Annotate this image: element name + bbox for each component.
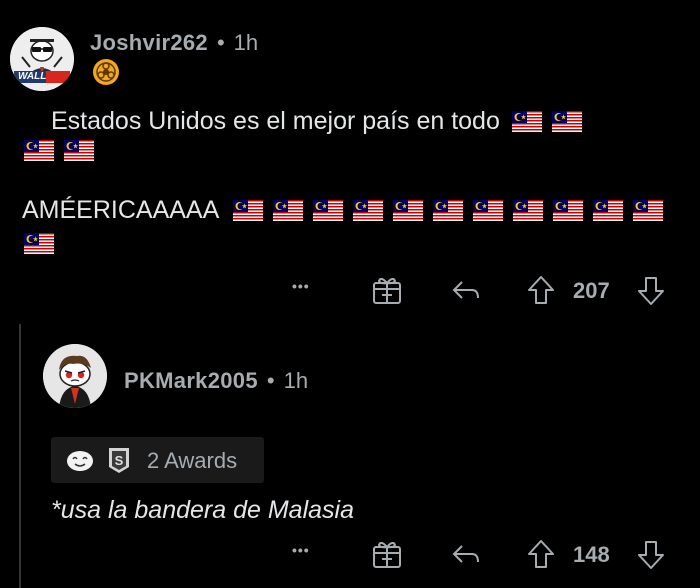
- vote-score: 207: [573, 278, 610, 303]
- malaysia-flag-icon: [633, 200, 664, 221]
- flag-row: [511, 111, 582, 132]
- awards-box[interactable]: S 2 Awards: [51, 437, 264, 483]
- reply-action-bar: ••• 148: [0, 536, 700, 574]
- comment-body-line-2: AMÉERICAAAAA: [22, 196, 664, 225]
- reply-timestamp[interactable]: 1h: [284, 368, 308, 394]
- malaysia-flag-icon: [433, 200, 464, 221]
- flag-row: [24, 233, 54, 254]
- awards-count: 2 Awards: [147, 448, 238, 473]
- wholesome-award-icon: [65, 447, 95, 478]
- reply-arrow-icon[interactable]: [450, 276, 482, 309]
- malaysia-flag-icon: [353, 200, 384, 221]
- malaysia-flag-icon: [393, 200, 424, 221]
- malaysia-flag-icon: [24, 233, 54, 254]
- reply-username[interactable]: PKMark2005: [124, 368, 258, 394]
- user-avatar[interactable]: WALL: [10, 27, 74, 91]
- upvote-icon[interactable]: [526, 274, 556, 311]
- gift-award-icon[interactable]: [372, 274, 402, 311]
- comment-text-2: AMÉERICAAAAA: [22, 196, 220, 224]
- reply-avatar[interactable]: [43, 344, 107, 408]
- reply-arrow-icon[interactable]: [450, 540, 482, 573]
- separator-dot: •: [216, 30, 225, 55]
- username[interactable]: Joshvir262: [90, 30, 208, 56]
- malaysia-flag-icon: [313, 200, 344, 221]
- more-options-button[interactable]: •••: [292, 278, 310, 294]
- flag-row: [24, 140, 94, 161]
- upvote-icon[interactable]: [526, 538, 556, 575]
- malaysia-flag-icon: [473, 200, 504, 221]
- comment-text-1: Estados Unidos es el mejor país en todo: [51, 107, 500, 135]
- malaysia-flag-icon: [513, 200, 544, 221]
- malaysia-flag-icon: [551, 111, 582, 132]
- silver-award-icon: S: [106, 445, 132, 480]
- comment-action-bar: ••• 207: [0, 272, 700, 310]
- gift-award-icon[interactable]: [372, 538, 402, 575]
- downvote-icon[interactable]: [636, 539, 666, 576]
- reply-header: PKMark2005 • 1h: [124, 368, 308, 394]
- malaysia-flag-icon: [553, 200, 584, 221]
- vote-score: 148: [573, 542, 610, 567]
- malaysia-flag-icon: [511, 111, 542, 132]
- downvote-icon[interactable]: [636, 275, 666, 312]
- malaysia-flag-icon: [64, 140, 94, 161]
- malaysia-flag-icon: [273, 200, 304, 221]
- comment-body-line-1: Estados Unidos es el mejor país en todo: [51, 107, 582, 136]
- malaysia-flag-icon: [24, 140, 54, 161]
- svg-text:S: S: [115, 453, 124, 468]
- biohazard-icon: [92, 58, 120, 91]
- reply-text: *usa la bandera de Malasia: [51, 496, 354, 524]
- comment-header: Joshvir262 • 1h: [90, 30, 258, 56]
- malaysia-flag-icon: [233, 200, 264, 221]
- timestamp[interactable]: 1h: [234, 30, 258, 56]
- flag-row: [233, 200, 664, 221]
- avatar-label: WALL: [18, 71, 47, 82]
- more-options-button[interactable]: •••: [292, 542, 310, 558]
- separator-dot: •: [266, 368, 275, 393]
- malaysia-flag-icon: [593, 200, 624, 221]
